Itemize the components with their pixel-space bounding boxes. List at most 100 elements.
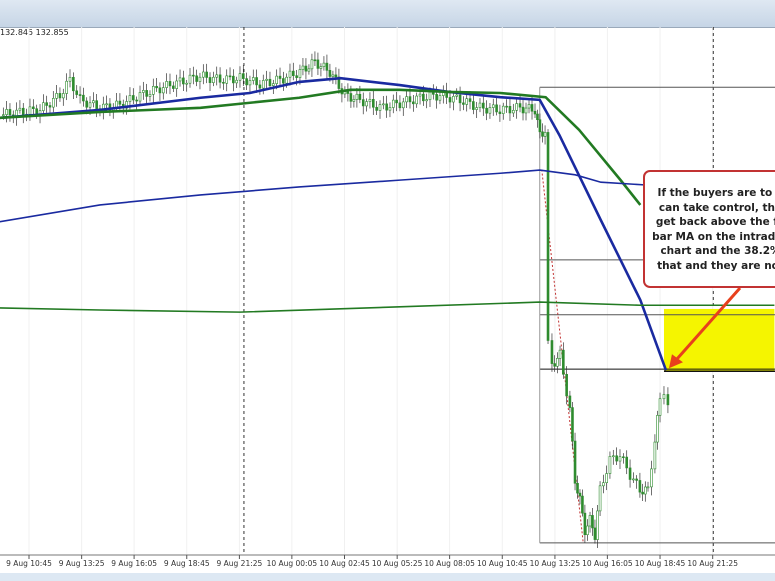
candle-body xyxy=(465,98,469,105)
candle-body xyxy=(538,119,542,133)
candle-body xyxy=(508,106,512,114)
candle-body xyxy=(32,106,35,110)
candle-body xyxy=(261,80,265,89)
annotation-line: chart and the 38.2% xyxy=(660,245,775,257)
candle-body xyxy=(372,99,375,108)
candle-body xyxy=(491,104,495,108)
candle-body xyxy=(225,75,229,84)
candle-body xyxy=(527,104,531,109)
candle-body xyxy=(458,94,462,104)
candle-body xyxy=(596,510,599,540)
candle-body xyxy=(75,90,79,95)
candle-body xyxy=(135,99,138,102)
candle-body xyxy=(192,74,195,77)
candle-body xyxy=(78,94,82,96)
candle-body xyxy=(608,456,612,474)
candle-body xyxy=(301,65,305,70)
candle-body xyxy=(602,482,605,487)
candle-body xyxy=(298,69,302,78)
candle-body xyxy=(632,478,635,481)
candle-body xyxy=(258,84,262,89)
candle-body xyxy=(355,93,359,100)
candle-body xyxy=(611,455,615,458)
candle-body xyxy=(482,102,485,109)
candle-body xyxy=(346,91,350,94)
candle-body xyxy=(178,77,182,82)
candle-body xyxy=(92,100,95,104)
candle-body xyxy=(265,78,268,81)
candle-body xyxy=(198,76,202,82)
candle-body xyxy=(292,70,295,76)
candle-body xyxy=(550,340,554,364)
candle-body xyxy=(282,78,285,84)
candle-body xyxy=(285,76,288,84)
candle-body xyxy=(278,75,282,79)
candle-body xyxy=(331,74,335,77)
candle-body xyxy=(578,492,582,497)
candle-body xyxy=(628,467,632,480)
candle-body xyxy=(425,99,428,102)
ma-slow-green-line xyxy=(0,301,775,313)
candle-body xyxy=(28,106,32,115)
candle-body xyxy=(325,62,329,71)
status-strip xyxy=(0,573,775,581)
candle-body xyxy=(401,101,405,109)
x-tick-label: 10 Aug 18:45 xyxy=(635,559,686,568)
candle-body xyxy=(598,485,602,512)
candle-body xyxy=(468,98,472,102)
candle-body xyxy=(358,93,362,100)
candle-body xyxy=(58,93,62,99)
candle-body xyxy=(42,102,45,111)
candle-body xyxy=(571,407,574,442)
candle-body xyxy=(228,75,232,78)
candle-body xyxy=(382,103,385,106)
candle-body xyxy=(238,73,242,81)
candle-body xyxy=(398,102,402,109)
candle-body xyxy=(361,99,365,107)
candle-body xyxy=(185,82,188,85)
candle-body xyxy=(650,468,653,488)
x-tick-label: 10 Aug 08:05 xyxy=(424,559,475,568)
candle-body xyxy=(255,77,258,86)
candle-body xyxy=(328,70,332,77)
candle-body xyxy=(422,93,425,102)
candle-body xyxy=(573,440,577,484)
candle-body xyxy=(251,77,255,81)
candle-body xyxy=(618,456,622,462)
candle-body xyxy=(365,101,368,107)
candle-body xyxy=(72,76,75,92)
candle-body xyxy=(593,527,597,540)
ma-fast-blue-line xyxy=(0,76,668,371)
candle-body xyxy=(313,59,317,62)
candle-body xyxy=(5,109,8,115)
candle-body xyxy=(378,104,382,111)
candle-body xyxy=(45,102,48,106)
candle-body xyxy=(275,75,278,84)
candle-body xyxy=(151,85,155,95)
candle-body xyxy=(501,105,505,114)
x-tick-label: 9 Aug 13:25 xyxy=(59,559,105,568)
candle-body xyxy=(428,91,432,100)
candle-body xyxy=(644,486,647,495)
candle-body xyxy=(334,74,338,78)
candle-body xyxy=(543,132,547,137)
candle-body xyxy=(288,70,292,78)
candle-body xyxy=(202,71,205,78)
candle-body xyxy=(388,107,392,111)
candle-body xyxy=(415,95,418,105)
candle-body xyxy=(2,114,5,116)
candle-body xyxy=(622,456,625,459)
candle-body xyxy=(208,77,212,83)
candle-body xyxy=(435,94,438,101)
annotation-line: bar MA on the intraday xyxy=(652,230,775,243)
candle-body xyxy=(472,101,475,110)
candle-body xyxy=(168,81,172,87)
candle-body xyxy=(591,515,594,529)
candle-body xyxy=(138,92,142,102)
candle-body xyxy=(375,106,378,111)
candle-body xyxy=(205,71,208,78)
candle-body xyxy=(615,455,618,462)
x-tick-label: 9 Aug 10:45 xyxy=(6,559,52,568)
x-tick-label: 9 Aug 16:05 xyxy=(111,559,157,568)
annotation-box: If the buyers are to p can take control, … xyxy=(643,170,775,288)
